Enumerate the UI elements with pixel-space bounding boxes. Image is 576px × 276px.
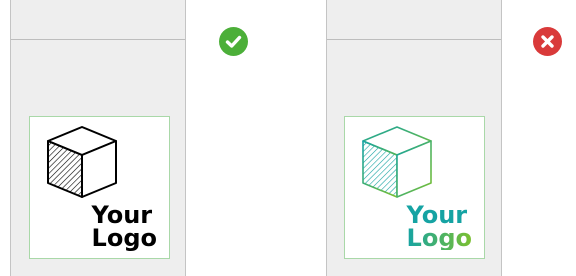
panel-header xyxy=(11,0,185,40)
logo-card: Your Logo xyxy=(29,116,170,259)
logo-card: Your Logo xyxy=(344,116,485,259)
cube-logo-icon xyxy=(362,126,432,198)
panel-header xyxy=(327,0,501,40)
logo-wordmark: Your Logo xyxy=(91,203,157,252)
close-icon xyxy=(541,35,554,48)
check-icon xyxy=(225,35,242,48)
logo-line-2: Logo xyxy=(406,224,472,252)
preview-panel-incorrect: Your Logo xyxy=(326,0,502,276)
incorrect-badge xyxy=(533,27,562,56)
cube-logo-icon xyxy=(47,126,117,198)
preview-panel-correct: Your Logo xyxy=(10,0,186,276)
logo-line-2: Logo xyxy=(91,224,157,252)
logo-wordmark: Your Logo xyxy=(406,203,472,252)
correct-badge xyxy=(219,27,248,56)
